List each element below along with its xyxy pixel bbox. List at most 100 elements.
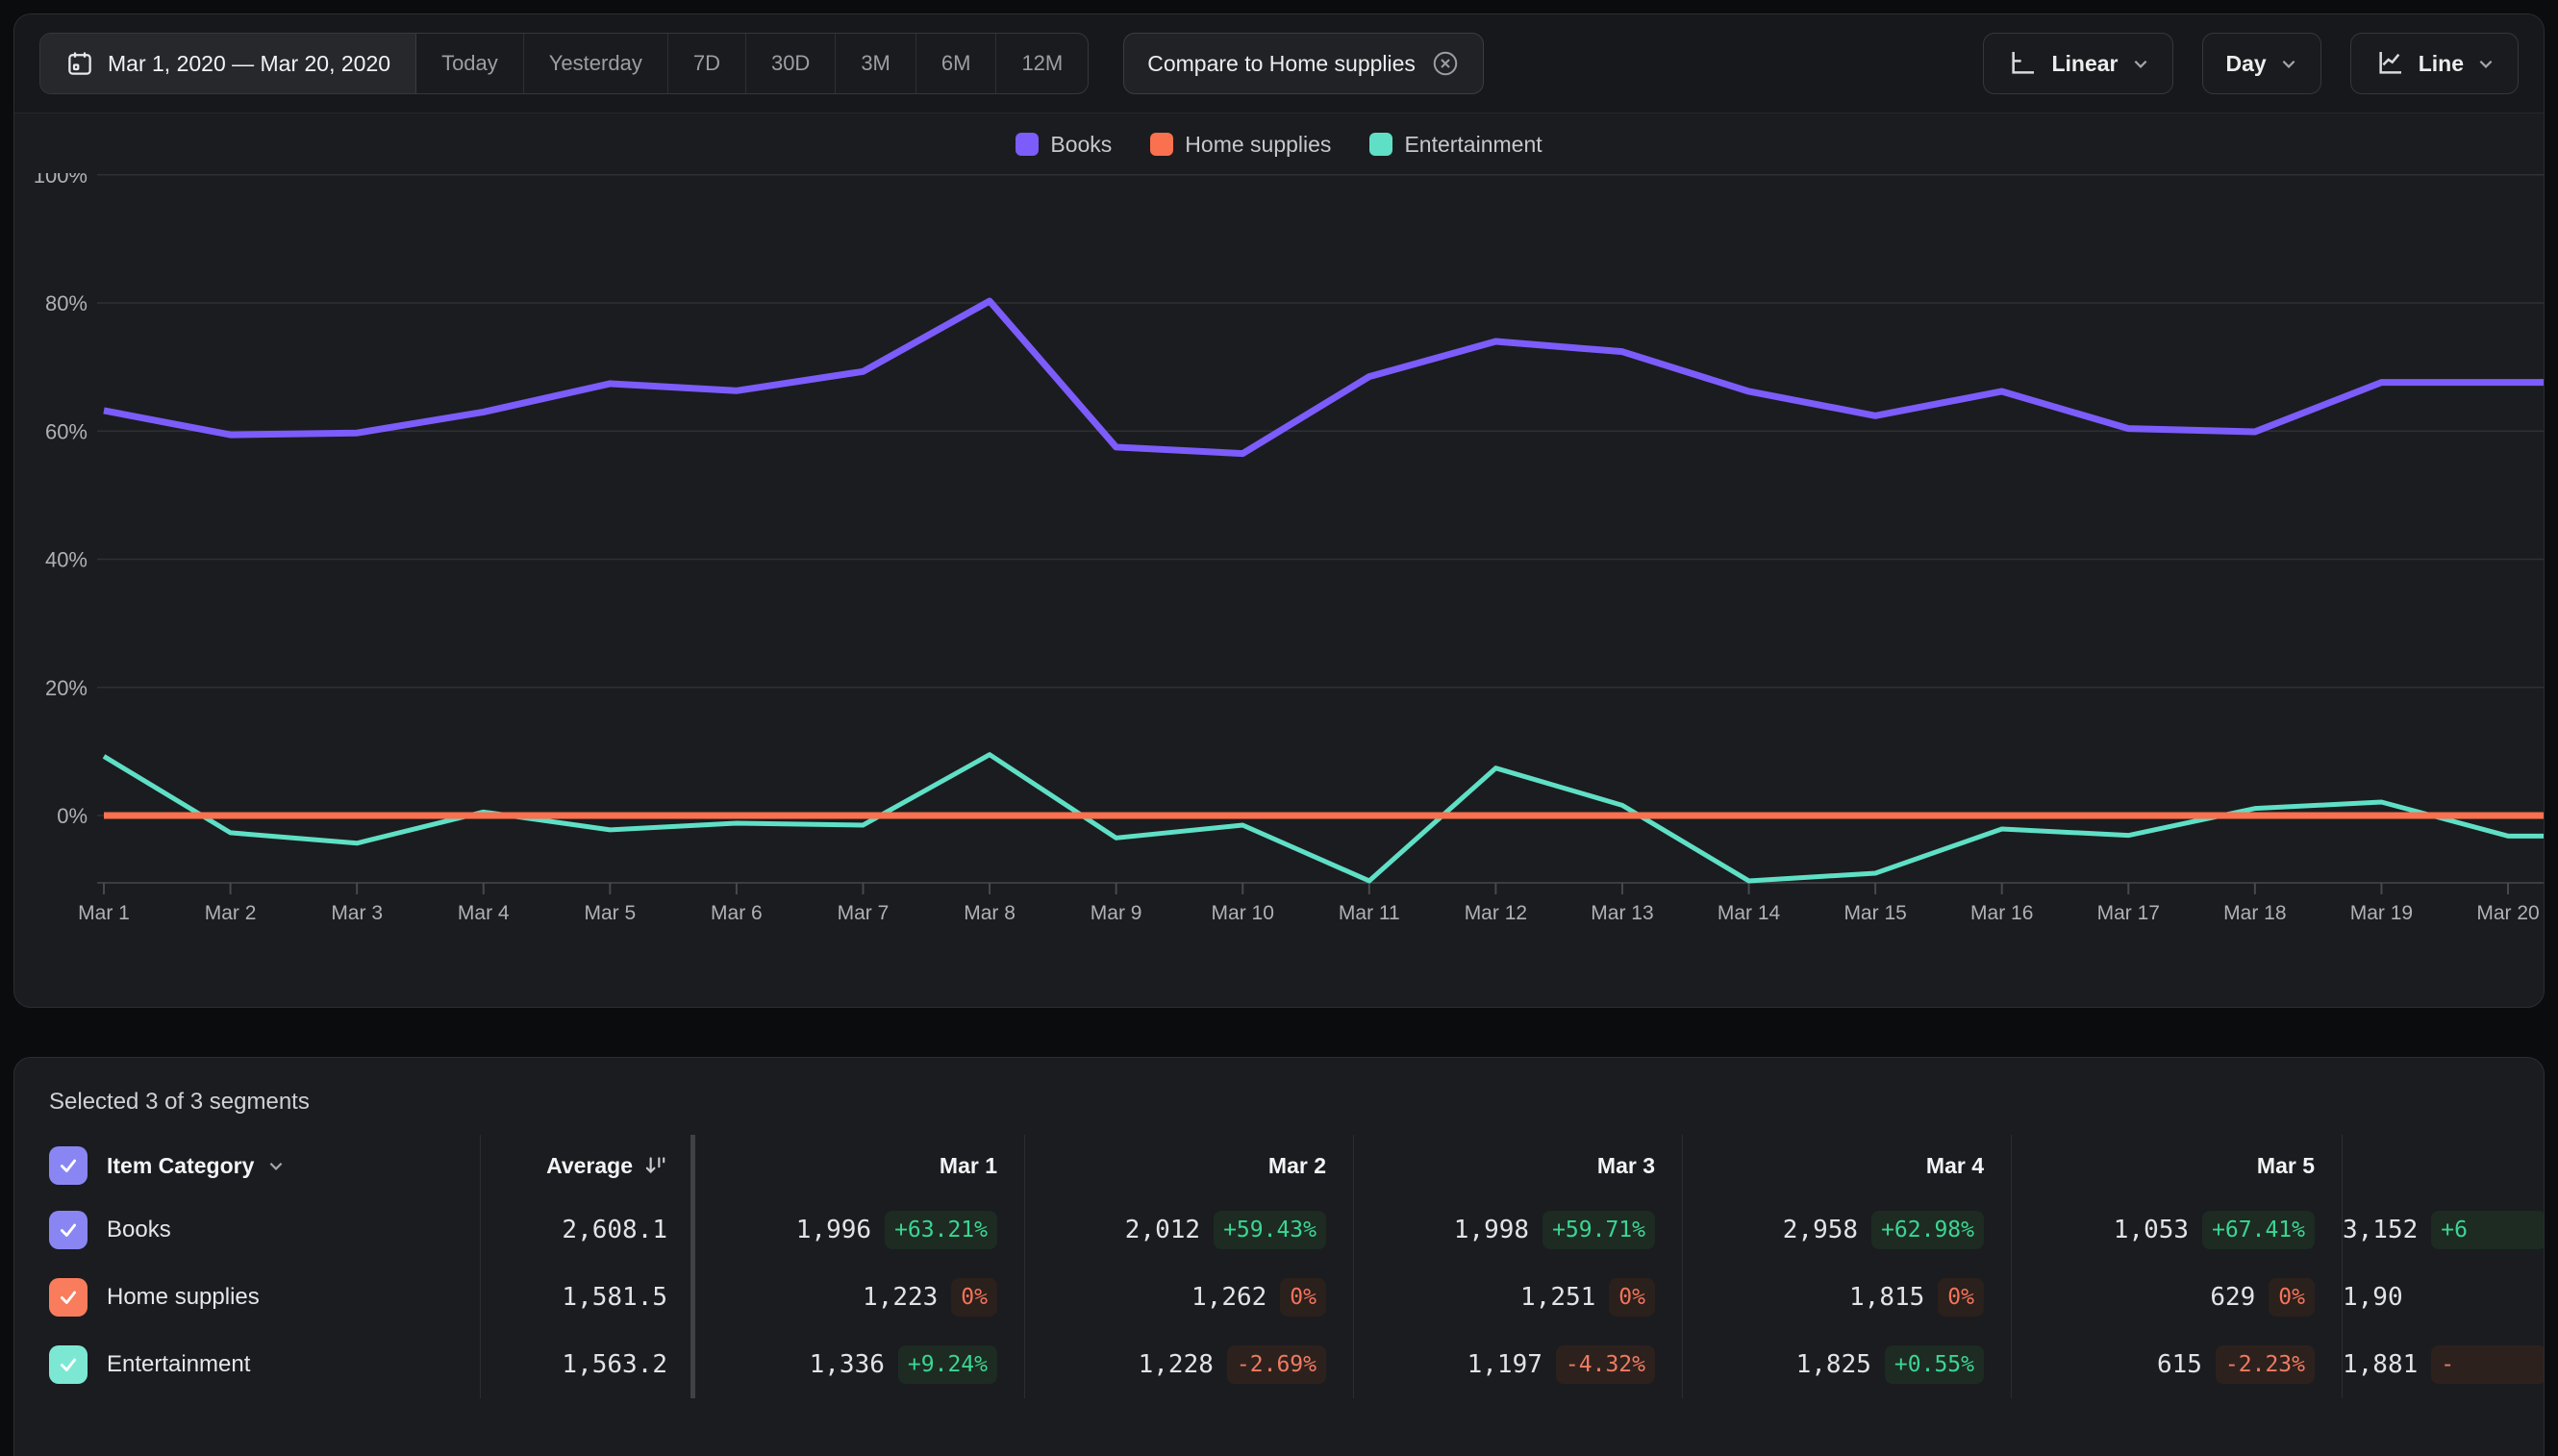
segment-label: Entertainment — [107, 1351, 250, 1378]
value-cell: 2,958+62.98% — [1682, 1196, 2011, 1264]
average-header-label: Average — [546, 1153, 633, 1179]
column-header-mar-4: Mar 4 — [1682, 1135, 2011, 1196]
preset-button-6m[interactable]: 6M — [916, 34, 997, 93]
segments-title: Selected 3 of 3 segments — [14, 1058, 2544, 1135]
svg-text:Mar 16: Mar 16 — [1970, 902, 2033, 924]
remove-compare-icon[interactable] — [1431, 49, 1460, 78]
svg-text:Mar 4: Mar 4 — [458, 902, 510, 924]
value-cell: 1,336 +9.24% — [695, 1331, 1024, 1398]
legend-item-home-supplies[interactable]: Home supplies — [1150, 132, 1331, 158]
delta-badge: 0% — [1609, 1278, 1655, 1317]
day-value: 2,958 — [1783, 1216, 1858, 1244]
item-category-header-button[interactable]: Item Category — [107, 1153, 285, 1179]
preset-button-12m[interactable]: 12M — [996, 34, 1088, 93]
svg-text:Mar 17: Mar 17 — [2097, 902, 2160, 924]
day-value: 615 — [2157, 1350, 2202, 1379]
row-home-supplies: Home supplies — [14, 1264, 480, 1331]
column-header-mar-1: Mar 1 — [695, 1135, 1024, 1196]
compare-chip[interactable]: Compare to Home supplies — [1123, 33, 1484, 94]
scale-dropdown-label: Linear — [2051, 51, 2118, 77]
preset-button-7d[interactable]: 7D — [668, 34, 746, 93]
scale-dropdown[interactable]: Linear — [1983, 33, 2172, 94]
legend-item-entertainment[interactable]: Entertainment — [1369, 132, 1542, 158]
line-chart-icon — [2374, 48, 2405, 79]
svg-text:0%: 0% — [57, 804, 88, 828]
value-cell: 1,996 +63.21% — [695, 1196, 1024, 1264]
segment-label: Home supplies — [107, 1284, 260, 1311]
delta-badge: +0.55% — [1885, 1345, 1984, 1384]
check-icon — [58, 1287, 79, 1308]
check-icon — [58, 1219, 79, 1241]
row-checkbox-books[interactable] — [49, 1211, 88, 1249]
value-cell: 1,825 +0.55% — [1682, 1331, 2011, 1398]
delta-badge: +63.21% — [885, 1211, 997, 1249]
value-cell: 1,2510% — [1353, 1264, 1682, 1331]
day-value: 1,053 — [2114, 1216, 2189, 1244]
svg-text:60%: 60% — [45, 419, 88, 443]
svg-text:40%: 40% — [45, 548, 88, 572]
granularity-dropdown-label: Day — [2226, 51, 2267, 77]
value-cell: 629 0% — [2011, 1264, 2342, 1331]
delta-badge: +9.24% — [898, 1345, 997, 1384]
chart-panel: Mar 1, 2020 — Mar 20, 2020 TodayYesterda… — [13, 13, 2545, 1008]
row-checkbox-home-supplies[interactable] — [49, 1278, 88, 1317]
chevron-down-icon — [2280, 55, 2297, 72]
date-range-button[interactable]: Mar 1, 2020 — Mar 20, 2020 — [40, 34, 416, 93]
day-header-label: Mar 1 — [940, 1153, 997, 1179]
day-value: 2,012 — [1125, 1216, 1200, 1244]
svg-text:Mar 19: Mar 19 — [2350, 902, 2413, 924]
row-books: Books — [14, 1196, 480, 1264]
calendar-icon — [65, 49, 94, 78]
segments-panel: Selected 3 of 3 segments Item Category Av… — [13, 1057, 2545, 1456]
row-checkbox-entertainment[interactable] — [49, 1345, 88, 1384]
svg-text:Mar 9: Mar 9 — [1091, 902, 1142, 924]
day-value: 1,998 — [1454, 1216, 1529, 1244]
svg-text:Mar 6: Mar 6 — [711, 902, 763, 924]
delta-badge: -4.32% — [1556, 1345, 1655, 1384]
preset-button-today[interactable]: Today — [416, 34, 524, 93]
day-value: 1,336 — [810, 1350, 885, 1379]
preset-button-yesterday[interactable]: Yesterday — [524, 34, 668, 93]
delta-badge: +6 — [2431, 1211, 2545, 1249]
legend-swatch — [1016, 133, 1039, 156]
day-value: 1,197 — [1467, 1350, 1542, 1379]
day-header-label: Mar 3 — [1597, 1153, 1655, 1179]
granularity-dropdown[interactable]: Day — [2202, 33, 2321, 94]
svg-text:Mar 12: Mar 12 — [1465, 902, 1527, 924]
chart-type-dropdown[interactable]: Line — [2350, 33, 2519, 94]
svg-text:Mar 13: Mar 13 — [1591, 902, 1653, 924]
value-cell: 1,998 +59.71% — [1353, 1196, 1682, 1264]
chevron-down-icon — [2132, 55, 2149, 72]
preset-button-3m[interactable]: 3M — [836, 34, 916, 93]
chevron-down-icon — [267, 1157, 285, 1174]
sort-icon — [642, 1153, 667, 1178]
average-cell: 1,563.2 — [480, 1331, 690, 1398]
chevron-down-icon — [2477, 55, 2495, 72]
chart-canvas[interactable]: 0%20%40%60%80%100%Mar 1Mar 2Mar 3Mar 4Ma… — [14, 173, 2545, 991]
column-header-average[interactable]: Average — [480, 1135, 690, 1196]
delta-badge: +59.71% — [1542, 1211, 1655, 1249]
legend-swatch — [1150, 133, 1173, 156]
average-value: 2,608.1 — [562, 1216, 667, 1244]
delta-badge: +59.43% — [1214, 1211, 1326, 1249]
delta-badge: 0% — [2269, 1278, 2315, 1317]
value-cell: 2,012 +59.43% — [1024, 1196, 1353, 1264]
value-cell-partial: 1,881- — [2342, 1331, 2545, 1398]
value-cell: 1,2620% — [1024, 1264, 1353, 1331]
day-value: 1,996 — [796, 1216, 871, 1244]
delta-badge: - — [2431, 1345, 2545, 1384]
delta-badge: 0% — [1280, 1278, 1326, 1317]
average-cell: 2,608.1 — [480, 1196, 690, 1264]
preset-button-30d[interactable]: 30D — [746, 34, 836, 93]
chart-toolbar: Mar 1, 2020 — Mar 20, 2020 TodayYesterda… — [14, 14, 2544, 113]
svg-text:Mar 1: Mar 1 — [78, 902, 130, 924]
item-category-header-label: Item Category — [107, 1153, 254, 1179]
day-value: 629 — [2210, 1283, 2255, 1312]
legend-item-books[interactable]: Books — [1016, 132, 1112, 158]
date-range-label: Mar 1, 2020 — Mar 20, 2020 — [108, 51, 390, 77]
select-all-checkbox[interactable] — [49, 1146, 88, 1185]
column-header-mar-5: Mar 5 — [2011, 1135, 2342, 1196]
compare-chip-label: Compare to Home supplies — [1147, 51, 1416, 77]
day-value: 1,825 — [1796, 1350, 1871, 1379]
average-cell: 1,581.5 — [480, 1264, 690, 1331]
